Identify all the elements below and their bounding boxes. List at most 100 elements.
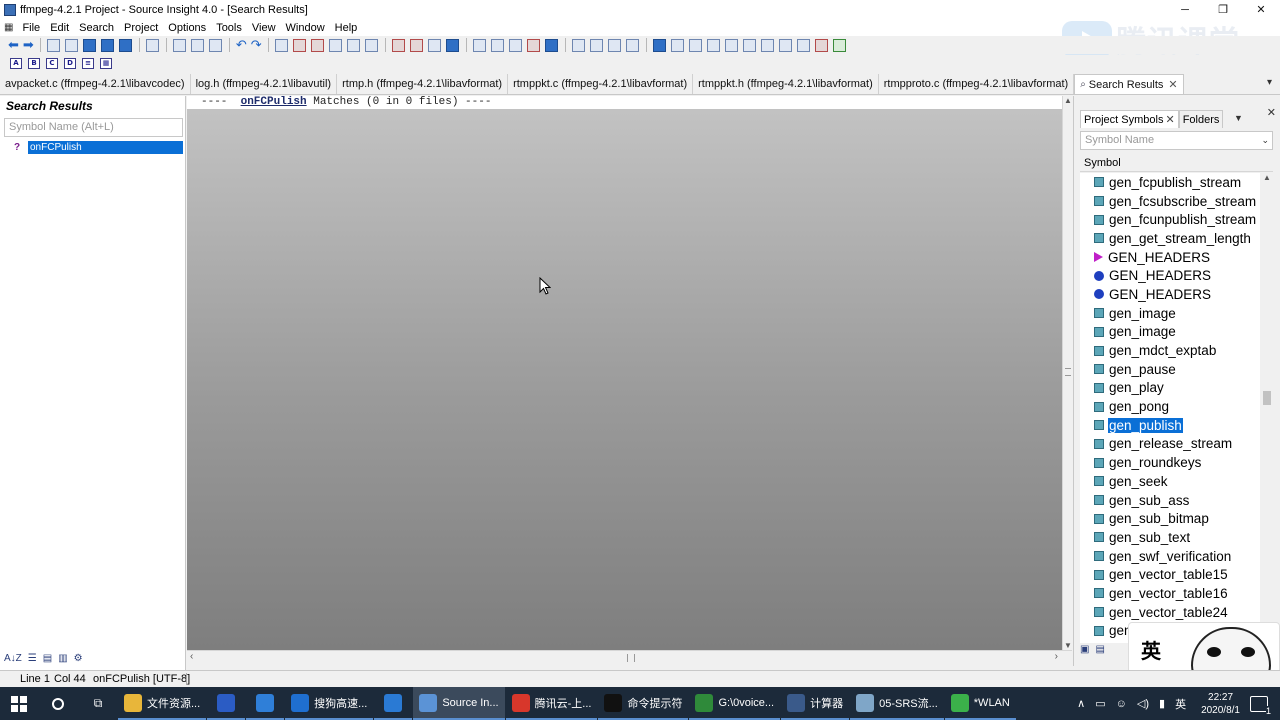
symbol-sort-icon[interactable]: ▤ — [1095, 644, 1104, 655]
relation-icon[interactable] — [526, 38, 540, 52]
menu-project[interactable]: Project — [119, 22, 163, 34]
scroll-down-icon[interactable]: ▼ — [1064, 641, 1072, 650]
scroll-grip[interactable] — [1065, 368, 1071, 376]
menu-view[interactable]: View — [247, 22, 281, 34]
symbol-column-header[interactable]: Symbol — [1080, 154, 1273, 172]
tree-icon[interactable] — [832, 38, 846, 52]
symbol-list-item[interactable]: gen_pong — [1080, 397, 1260, 416]
home-icon[interactable] — [796, 38, 810, 52]
taskbar-app-button[interactable]: G:\0voice... — [689, 687, 781, 720]
search-backward-icon[interactable] — [292, 38, 306, 52]
bookmark-icon[interactable] — [391, 38, 405, 52]
back-arrow-icon[interactable]: ⬅ — [8, 38, 19, 52]
grid-view-icon[interactable]: ▦ — [100, 57, 112, 69]
tab-rtmppkt-c[interactable]: rtmppkt.c (ffmpeg-4.2.1\libavformat) — [508, 74, 694, 94]
symbol-list-item[interactable]: GEN_HEADERS — [1080, 266, 1260, 285]
ime-icon[interactable]: ☺ — [1116, 698, 1127, 710]
overview-icon[interactable] — [778, 38, 792, 52]
settings-gear-icon[interactable]: ⚙ — [74, 653, 83, 664]
symbol-list[interactable]: gen_fcpublish_stream gen_fcsubscribe_stre… — [1080, 173, 1260, 643]
window-layout-3-icon[interactable] — [607, 38, 621, 52]
symbol-name-input[interactable]: Symbol Name ⌄ — [1080, 131, 1273, 150]
font-a-icon[interactable]: A — [10, 57, 22, 69]
goto-line-icon[interactable] — [427, 38, 441, 52]
menu-help[interactable]: Help — [330, 22, 363, 34]
tab-search-results[interactable]: ⌕ Search Results ✕ — [1074, 74, 1184, 95]
lookup-references-icon[interactable] — [472, 38, 486, 52]
symbol-list-item[interactable]: gen_fcsubscribe_stream — [1080, 192, 1260, 211]
notifications-icon[interactable]: 1 — [1250, 695, 1271, 716]
redo-icon[interactable]: ↷ — [251, 38, 262, 52]
new-file-icon[interactable] — [46, 38, 60, 52]
relation-window-icon[interactable] — [706, 38, 720, 52]
taskbar-app-button[interactable]: Source In... — [413, 687, 505, 720]
taskbar-app-button[interactable]: 05-SRS流... — [850, 687, 944, 720]
symbol-list-item[interactable]: gen_sub_ass — [1080, 491, 1260, 510]
bird-icon[interactable] — [814, 38, 828, 52]
symbol-list-item[interactable]: gen_fcunpublish_stream — [1080, 210, 1260, 229]
symbol-list-item[interactable]: gen_vector_table24 — [1080, 603, 1260, 622]
search-forward-icon[interactable] — [310, 38, 324, 52]
replace-icon[interactable] — [328, 38, 342, 52]
symbol-list-item[interactable]: gen_pause — [1080, 360, 1260, 379]
menu-tools[interactable]: Tools — [211, 22, 247, 34]
menu-edit[interactable]: Edit — [45, 22, 74, 34]
scroll-grip[interactable] — [627, 654, 635, 662]
taskbar-app-button[interactable] — [246, 687, 285, 720]
volume-icon[interactable]: ◁) — [1137, 697, 1149, 710]
symbol-list-item[interactable]: gen_vector_table16 — [1080, 584, 1260, 603]
tab-avpacket-c[interactable]: avpacket.c (ffmpeg-4.2.1\libavcodec) — [0, 74, 191, 94]
symbol-filter-icon[interactable]: ▣ — [1080, 644, 1089, 655]
context-window-icon[interactable] — [688, 38, 702, 52]
menu-window[interactable]: Window — [281, 22, 330, 34]
categories-icon[interactable]: ▤ — [43, 653, 52, 664]
copy-icon[interactable] — [190, 38, 204, 52]
window-layout-4-icon[interactable] — [625, 38, 639, 52]
panel-menu-chevron-icon[interactable]: ▼ — [1234, 113, 1243, 123]
jump-icon[interactable] — [445, 38, 459, 52]
symbol-list-item[interactable]: gen_sub_text — [1080, 528, 1260, 547]
tab-overflow-chevron-icon[interactable]: ▾ — [1267, 77, 1272, 88]
show-hidden-icons-chevron-icon[interactable]: ∧ — [1077, 697, 1085, 710]
search-results-editor[interactable]: ---- onFCPulish Matches (0 in 0 files) -… — [187, 96, 1062, 650]
tab-folders[interactable]: Folders — [1178, 110, 1224, 128]
symbol-list-item[interactable]: gen_image — [1080, 323, 1260, 342]
close-panel-icon[interactable]: ✕ — [1267, 106, 1276, 119]
print-icon[interactable] — [145, 38, 159, 52]
close-tab-icon[interactable]: ✕ — [1168, 75, 1177, 95]
scroll-left-icon[interactable]: ‹ — [190, 651, 193, 662]
symbol-list-item[interactable]: gen_swf_verification — [1080, 547, 1260, 566]
symbol-list-item[interactable]: gen_vector_table15 — [1080, 565, 1260, 584]
taskbar-app-button[interactable]: 搜狗高速... — [285, 687, 374, 720]
ime-mode-icon[interactable]: 英 — [1175, 696, 1186, 712]
close-button[interactable]: ✕ — [1242, 0, 1280, 19]
list-icon[interactable]: ☰ — [28, 653, 37, 664]
menu-options[interactable]: Options — [163, 22, 211, 34]
taskbar-app-button[interactable] — [374, 687, 413, 720]
book-icon[interactable] — [508, 38, 522, 52]
find-icon[interactable] — [274, 38, 288, 52]
symbol-list-scrollbar[interactable]: ▲ — [1261, 173, 1273, 643]
sync-files-icon[interactable] — [760, 38, 774, 52]
symbol-list-item[interactable]: gen_image — [1080, 304, 1260, 323]
close-tab-icon[interactable]: ✕ — [1165, 114, 1174, 126]
window-layout-1-icon[interactable] — [571, 38, 585, 52]
editor-horizontal-scrollbar[interactable]: ‹ › — [187, 650, 1072, 664]
taskbar-search-button[interactable] — [38, 687, 78, 720]
scroll-up-icon[interactable]: ▲ — [1064, 96, 1072, 105]
symbol-list-item[interactable]: gen_release_stream — [1080, 435, 1260, 454]
symbol-window-icon[interactable] — [670, 38, 684, 52]
scroll-right-icon[interactable]: › — [1055, 651, 1058, 662]
close-file-icon[interactable] — [118, 38, 132, 52]
symbol-list-item[interactable]: GEN_HEADERS — [1080, 285, 1260, 304]
tab-rtmp-h[interactable]: rtmp.h (ffmpeg-4.2.1\libavformat) — [337, 74, 509, 94]
taskbar-app-button[interactable] — [207, 687, 246, 720]
start-button[interactable] — [0, 687, 38, 720]
taskbar-clock[interactable]: 22:27 2020/8/1 — [1201, 691, 1240, 717]
window-layout-2-icon[interactable] — [589, 38, 603, 52]
paste-icon[interactable] — [208, 38, 222, 52]
font-b-icon[interactable]: B — [28, 57, 40, 69]
symbol-list-item[interactable]: gen_mdct_exptab — [1080, 341, 1260, 360]
book-icon[interactable]: ▥ — [58, 653, 67, 664]
tab-rtmpproto-c[interactable]: rtmpproto.c (ffmpeg-4.2.1\libavformat) — [879, 74, 1075, 94]
